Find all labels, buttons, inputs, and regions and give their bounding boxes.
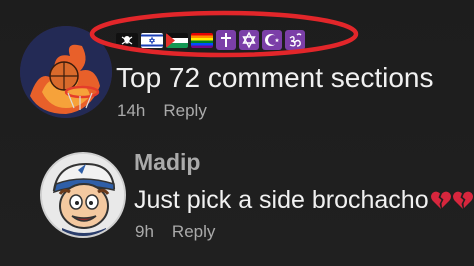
- star-and-crescent-icon: [262, 30, 282, 50]
- comment: Madip Just pick a side brochacho 9h Repl…: [0, 136, 474, 266]
- star-of-david-icon: [239, 30, 259, 50]
- author-row: [116, 26, 308, 54]
- comment-text-content: Just pick a side brochacho: [134, 186, 429, 214]
- timestamp: 14h: [117, 101, 146, 120]
- flaming-basketball-hoop-icon: [20, 26, 112, 118]
- cartoon-boy-avatar-icon: [42, 154, 124, 236]
- om-icon: [285, 30, 305, 50]
- skull-flag-icon: [116, 32, 138, 48]
- cross-icon: [216, 30, 236, 50]
- comment-text: Just pick a side brochacho: [134, 186, 474, 218]
- israel-flag-icon: [141, 32, 163, 48]
- palestine-flag-icon: [166, 32, 188, 48]
- comment-meta: 9h Reply: [135, 222, 215, 242]
- timestamp: 9h: [135, 222, 154, 241]
- avatar[interactable]: [20, 26, 112, 118]
- reply-button[interactable]: Reply: [172, 222, 215, 242]
- comment-text: Top 72 comment sections: [116, 62, 434, 93]
- avatar[interactable]: [40, 152, 126, 238]
- comment-thread: Top 72 comment sections 14h Reply Madip …: [0, 0, 474, 266]
- rainbow-flag-icon: [191, 32, 213, 48]
- author-row: Madip: [134, 148, 200, 176]
- comment: Top 72 comment sections 14h Reply: [0, 0, 474, 136]
- comment-meta: 14h Reply: [117, 101, 207, 121]
- broken-heart-icon: [430, 189, 474, 218]
- author-name[interactable]: Madip: [134, 149, 200, 176]
- reply-button[interactable]: Reply: [163, 101, 206, 121]
